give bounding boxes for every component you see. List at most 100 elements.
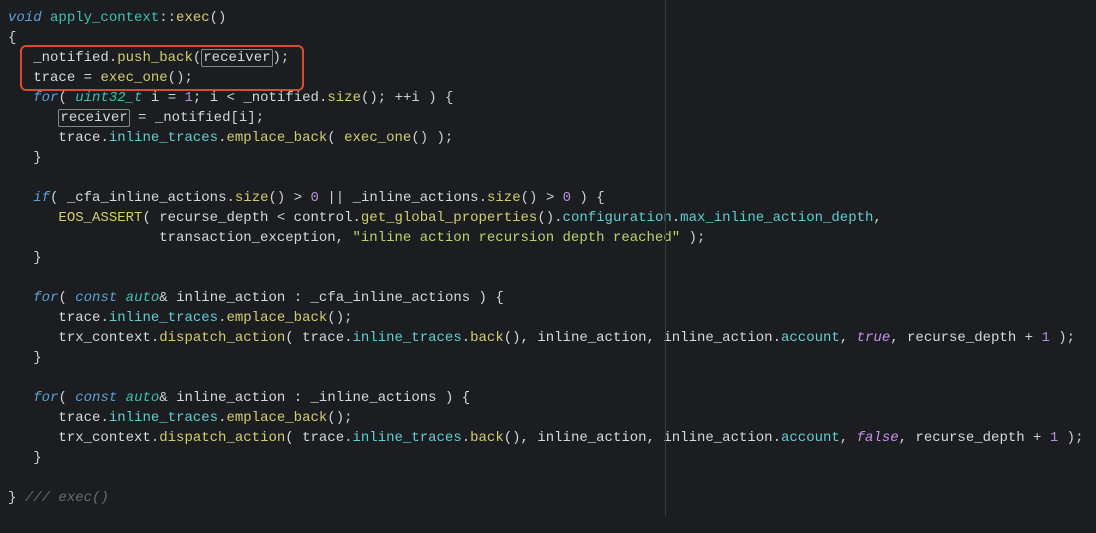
code-line[interactable]: receiver = _notified[i]; bbox=[8, 108, 1088, 128]
code-line[interactable]: } bbox=[8, 248, 1088, 268]
code-token: false bbox=[857, 430, 899, 446]
code-line[interactable]: trace.inline_traces.emplace_back( exec_o… bbox=[8, 128, 1088, 148]
code-line[interactable]: void apply_context::exec() bbox=[8, 8, 1088, 28]
code-line[interactable]: EOS_ASSERT( recurse_depth < control.get_… bbox=[8, 208, 1088, 228]
code-token: get_global_properties bbox=[361, 210, 537, 226]
code-token: . bbox=[151, 430, 159, 446]
code-token: & bbox=[159, 290, 176, 306]
code-line[interactable]: { bbox=[8, 28, 1088, 48]
code-line[interactable] bbox=[8, 168, 1088, 188]
code-line[interactable]: trx_context.dispatch_action( trace.inlin… bbox=[8, 428, 1088, 448]
code-token: i ) { bbox=[411, 90, 453, 106]
code-token: inline_traces bbox=[353, 430, 462, 446]
code-token: push_back bbox=[117, 50, 193, 66]
code-token: , bbox=[873, 210, 881, 226]
code-line[interactable]: for( const auto& inline_action : _cfa_in… bbox=[8, 288, 1088, 308]
code-token: ; i bbox=[193, 90, 227, 106]
code-line[interactable]: trace.inline_traces.emplace_back(); bbox=[8, 408, 1088, 428]
code-token: inline_traces bbox=[353, 330, 462, 346]
code-token: _notified bbox=[155, 110, 231, 126]
code-token: receiver bbox=[201, 49, 272, 67]
code-token: control bbox=[294, 210, 353, 226]
code-token: . bbox=[100, 310, 108, 326]
code-line[interactable]: for( uint32_t i = 1; i < _notified.size(… bbox=[8, 88, 1088, 108]
code-token: true bbox=[857, 330, 891, 346]
code-token: ; bbox=[184, 70, 192, 86]
code-token: } bbox=[33, 250, 41, 266]
code-token: emplace_back bbox=[226, 410, 327, 426]
code-token: () bbox=[269, 190, 294, 206]
code-token: ( trace bbox=[285, 430, 344, 446]
code-token: const bbox=[75, 290, 125, 306]
code-token: . bbox=[479, 190, 487, 206]
code-token: exec_one bbox=[344, 130, 411, 146]
code-token: } bbox=[33, 350, 41, 366]
code-token: uint32_t bbox=[75, 90, 142, 106]
code-token: max_inline_action_depth bbox=[680, 210, 873, 226]
code-token: || bbox=[319, 190, 353, 206]
code-token: i bbox=[142, 90, 167, 106]
code-line[interactable]: } bbox=[8, 348, 1088, 368]
code-token: account bbox=[781, 430, 840, 446]
code-token: exec bbox=[176, 10, 210, 26]
code-token: 1 bbox=[185, 90, 193, 106]
code-token: _cfa_inline_actions bbox=[67, 190, 227, 206]
code-token: < bbox=[227, 90, 244, 106]
code-line[interactable] bbox=[8, 268, 1088, 288]
code-line[interactable] bbox=[8, 368, 1088, 388]
code-token: emplace_back bbox=[226, 130, 327, 146]
code-token: = bbox=[75, 70, 100, 86]
code-line[interactable]: for( const auto& inline_action : _inline… bbox=[8, 388, 1088, 408]
code-line[interactable]: trace.inline_traces.emplace_back(); bbox=[8, 308, 1088, 328]
code-token: ( bbox=[50, 190, 67, 206]
code-token: _notified bbox=[33, 50, 109, 66]
code-line[interactable]: trx_context.dispatch_action( trace.inlin… bbox=[8, 328, 1088, 348]
code-token: receiver bbox=[58, 109, 129, 127]
code-token: = bbox=[130, 110, 155, 126]
code-editor[interactable]: void apply_context::exec(){ _notified.pu… bbox=[0, 0, 1096, 516]
code-token: /// exec() bbox=[25, 490, 109, 506]
code-token: & bbox=[159, 390, 176, 406]
code-token: (); bbox=[327, 310, 352, 326]
code-token: . bbox=[109, 50, 117, 66]
code-token: (). bbox=[537, 210, 562, 226]
code-token: ( bbox=[58, 390, 75, 406]
code-token: () bbox=[521, 190, 546, 206]
code-line[interactable]: } bbox=[8, 148, 1088, 168]
code-token: void bbox=[8, 10, 50, 26]
code-token: 0 bbox=[563, 190, 571, 206]
code-token: , bbox=[840, 330, 857, 346]
code-token: } bbox=[8, 490, 25, 506]
code-token: { bbox=[8, 30, 16, 46]
code-token: . bbox=[773, 430, 781, 446]
code-token: . bbox=[344, 430, 352, 446]
code-line[interactable]: _notified.push_back(receiver); bbox=[8, 48, 1088, 68]
column-ruler bbox=[665, 0, 666, 516]
code-token: . bbox=[226, 190, 234, 206]
code-line[interactable]: } bbox=[8, 448, 1088, 468]
code-token: trace bbox=[58, 130, 100, 146]
code-line[interactable]: trace = exec_one(); bbox=[8, 68, 1088, 88]
code-token: [ bbox=[230, 110, 238, 126]
code-token: :: bbox=[159, 10, 176, 26]
code-token: . bbox=[344, 330, 352, 346]
code-line[interactable]: if( _cfa_inline_actions.size() > 0 || _i… bbox=[8, 188, 1088, 208]
code-line[interactable]: } /// exec() bbox=[8, 488, 1088, 508]
code-token: dispatch_action bbox=[159, 330, 285, 346]
code-token: ) { bbox=[571, 190, 605, 206]
code-token: size bbox=[327, 90, 361, 106]
code-token: } bbox=[33, 450, 41, 466]
code-token: apply_context bbox=[50, 10, 159, 26]
code-token: const bbox=[75, 390, 125, 406]
code-line[interactable]: transaction_exception, "inline action re… bbox=[8, 228, 1088, 248]
code-token: inline_traces bbox=[109, 410, 218, 426]
code-token: trace bbox=[33, 70, 75, 86]
code-token: , recurse_depth bbox=[899, 430, 1033, 446]
code-token: . bbox=[462, 430, 470, 446]
code-token: . bbox=[462, 330, 470, 346]
code-line[interactable] bbox=[8, 468, 1088, 488]
code-token: = bbox=[168, 90, 185, 106]
code-token: EOS_ASSERT bbox=[58, 210, 142, 226]
code-token: () ); bbox=[411, 130, 453, 146]
code-token: inline_action : _cfa_inline_actions ) { bbox=[176, 290, 504, 306]
